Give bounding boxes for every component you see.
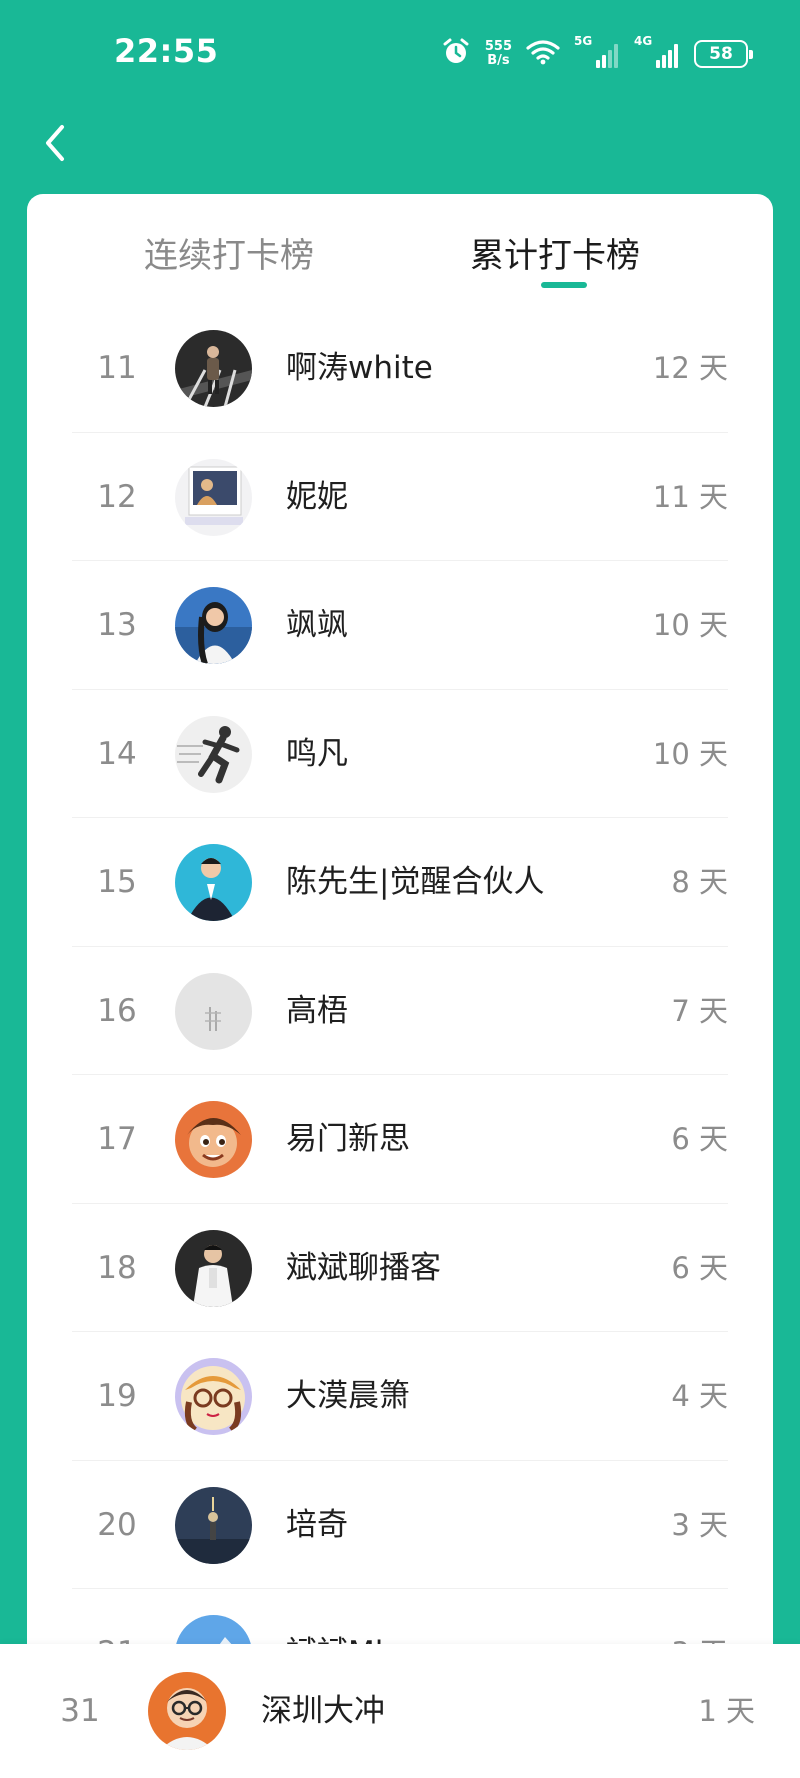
signal-4g-label: 4G	[634, 34, 653, 48]
row-rank: 16	[97, 992, 137, 1029]
leaderboard-list: 11 啊涛white 12 天 12 妮妮 11 天 13 飒飒 10 天 14…	[27, 304, 773, 1654]
row-days: 8 天	[671, 865, 728, 899]
leaderboard-row[interactable]: 12 妮妮 11 天	[72, 433, 728, 561]
tab-streak-checkin[interactable]: 连续打卡榜	[144, 228, 314, 277]
row-days: 6 天	[671, 1122, 728, 1156]
leaderboard-row[interactable]: 16 高梧 7 天	[72, 947, 728, 1075]
row-days: 10 天	[652, 608, 728, 642]
signal-5g-label: 5G	[574, 34, 593, 48]
avatar	[175, 1101, 252, 1178]
avatar	[175, 972, 252, 1050]
avatar	[175, 844, 252, 921]
status-bar: 22:55 555 B/s 5G 4G 58	[0, 0, 800, 110]
row-name: 妮妮	[286, 478, 348, 515]
leaderboard-row[interactable]: 20 培奇 3 天	[72, 1461, 728, 1589]
avatar	[175, 330, 252, 407]
row-name: 大漠晨箫	[286, 1378, 410, 1414]
leaderboard-card: 连续打卡榜 累计打卡榜 11 啊涛white 12 天 12 妮妮 11 天 1…	[27, 194, 773, 1654]
avatar	[175, 1229, 252, 1307]
my-rank-days: 1 天	[698, 1694, 755, 1728]
leaderboard-row[interactable]: 18 斌斌聊播客 6 天	[72, 1204, 728, 1332]
row-rank: 12	[97, 478, 137, 515]
row-name: 啊涛white	[286, 350, 433, 386]
status-icons: 555 B/s 5G 4G 58	[441, 34, 753, 72]
wifi-icon	[526, 39, 560, 69]
tab-bar: 连续打卡榜 累计打卡榜	[27, 194, 773, 304]
leaderboard-row[interactable]: 19 大漠晨箫 4 天	[72, 1332, 728, 1461]
my-avatar	[148, 1672, 226, 1750]
avatar	[175, 1358, 252, 1435]
row-rank: 20	[97, 1506, 137, 1543]
my-rank-number: 31	[60, 1693, 100, 1729]
battery-icon: 58	[694, 40, 753, 68]
row-rank: 18	[97, 1249, 137, 1286]
status-time: 22:55	[114, 32, 219, 70]
signal-4g-icon: 4G	[634, 34, 680, 68]
row-name: 鸣凡	[286, 735, 348, 772]
row-days: 11 天	[652, 479, 728, 514]
leaderboard-row[interactable]: 15 陈先生|觉醒合伙人 8 天	[72, 818, 728, 947]
net-speed: 555 B/s	[485, 40, 512, 68]
chevron-left-icon	[46, 125, 64, 161]
leaderboard-row[interactable]: 17 易门新思 6 天	[72, 1075, 728, 1204]
row-rank: 17	[97, 1121, 137, 1157]
row-rank: 11	[97, 350, 137, 386]
row-rank: 13	[97, 607, 137, 643]
tab-total-checkin[interactable]: 累计打卡榜	[470, 228, 640, 277]
my-rank-name: 深圳大冲	[261, 1693, 385, 1729]
leaderboard-row[interactable]: 11 啊涛white 12 天	[72, 304, 728, 433]
row-name: 陈先生|觉醒合伙人	[286, 864, 545, 900]
row-name: 飒飒	[286, 607, 348, 643]
row-rank: 14	[97, 735, 137, 772]
avatar	[175, 587, 252, 664]
signal-5g-icon: 5G	[574, 34, 620, 68]
back-button[interactable]	[30, 118, 80, 168]
row-rank: 19	[97, 1378, 137, 1414]
row-days: 7 天	[671, 993, 728, 1028]
row-days: 10 天	[652, 736, 728, 771]
row-days: 12 天	[652, 351, 728, 385]
row-days: 3 天	[671, 1507, 728, 1542]
battery-level: 58	[709, 44, 733, 64]
row-name: 易门新思	[286, 1121, 410, 1157]
row-name: 培奇	[286, 1506, 348, 1543]
alarm-icon	[441, 37, 471, 71]
active-tab-indicator	[541, 282, 587, 288]
my-rank-bar[interactable]: 31 深圳大冲 1 天	[0, 1644, 800, 1778]
avatar	[175, 458, 252, 536]
row-name: 斌斌聊播客	[286, 1249, 441, 1286]
row-name: 高梧	[286, 992, 348, 1029]
avatar	[175, 1486, 252, 1564]
net-speed-unit: B/s	[487, 53, 510, 68]
leaderboard-row[interactable]: 14 鸣凡 10 天	[72, 690, 728, 818]
avatar	[175, 715, 252, 793]
row-days: 4 天	[671, 1379, 728, 1413]
leaderboard-row[interactable]: 13 飒飒 10 天	[72, 561, 728, 690]
row-rank: 15	[97, 864, 137, 900]
row-days: 6 天	[671, 1250, 728, 1285]
net-speed-value: 555	[484, 39, 512, 54]
